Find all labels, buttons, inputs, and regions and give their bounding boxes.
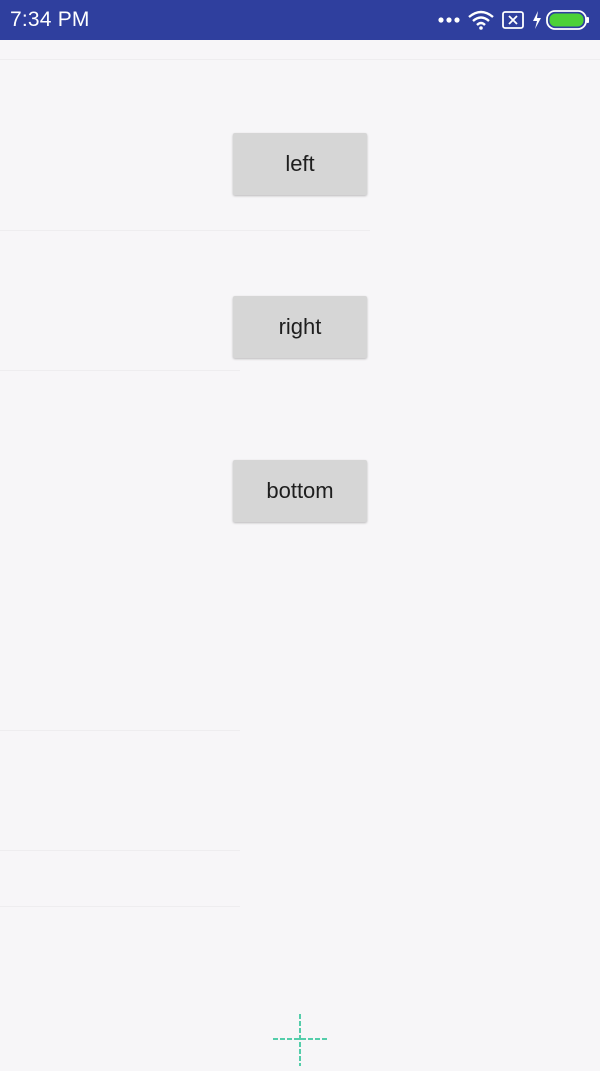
main-content: left right bottom [0,40,600,1067]
divider [0,850,240,851]
divider [0,370,240,371]
divider [0,230,370,231]
divider [0,59,600,60]
wifi-icon [468,10,494,30]
divider [0,730,240,731]
left-button[interactable]: left [233,133,367,195]
right-button[interactable]: right [233,296,367,358]
divider [0,906,240,907]
touch-crosshair-icon [273,1012,327,1066]
status-bar: 7:34 PM [0,0,600,40]
more-dots-icon [438,16,460,24]
charging-bolt-icon [532,11,542,29]
no-sim-icon [502,11,524,29]
battery-icon [546,10,590,30]
status-icons [430,8,590,32]
status-time: 7:34 PM [10,8,90,31]
bottom-button[interactable]: bottom [233,460,367,522]
